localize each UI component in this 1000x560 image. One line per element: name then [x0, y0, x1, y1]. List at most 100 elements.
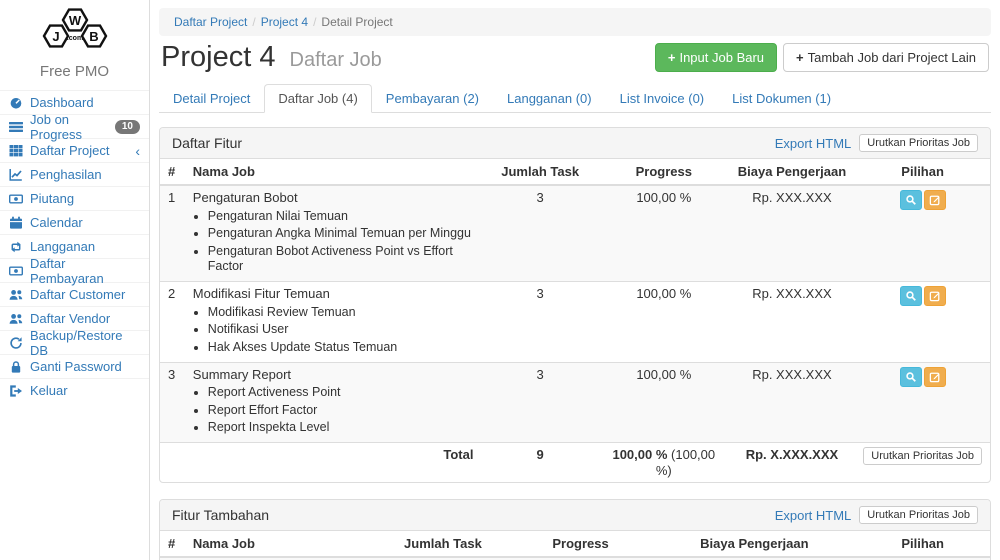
task-count: 3 — [481, 185, 598, 282]
sidebar-item-label: Daftar Project — [30, 143, 109, 158]
plus-icon: + — [668, 50, 676, 65]
task-count: 3 — [481, 282, 598, 362]
task-count: 3 — [481, 362, 598, 442]
panel-fitur-tambahan: Fitur Tambahan Export HTML Urutkan Prior… — [159, 499, 991, 560]
panel-tools: Export HTML Urutkan Prioritas Job — [775, 134, 978, 152]
progress-value: 100,00 % — [599, 362, 729, 442]
view-job-button[interactable] — [900, 286, 922, 306]
sidebar-item-calendar[interactable]: Calendar — [0, 210, 149, 234]
job-name-cell: Pengaturan Bobot Pengaturan Nilai Temuan… — [185, 185, 482, 282]
breadcrumb-current: Detail Project — [321, 15, 392, 29]
tab-langganan[interactable]: Langganan (0) — [493, 84, 606, 113]
sidebar-item-label: Daftar Vendor — [30, 311, 110, 326]
sidebar-item-backup-restore-db[interactable]: Backup/Restore DB — [0, 330, 149, 354]
sidebar-item-piutang[interactable]: Piutang — [0, 186, 149, 210]
jwb-logo: W J B .com — [0, 0, 149, 61]
svg-text:.com: .com — [66, 35, 82, 42]
sidebar-nav: Dashboard Job on Progress 10 Daftar Proj… — [0, 90, 149, 402]
sidebar-item-ganti-password[interactable]: Ganti Password — [0, 354, 149, 378]
col-jumlah-task: Jumlah Task — [378, 531, 507, 557]
urutkan-prioritas-job-button[interactable]: Urutkan Prioritas Job — [859, 506, 978, 524]
breadcrumb: Daftar Project/Project 4/Detail Project — [159, 8, 991, 36]
sub-item: Report Effort Factor — [208, 403, 474, 419]
job-subitems: Report Activeness Point Report Effort Fa… — [208, 385, 474, 436]
table-row: 1 Pengaturan Bobot Pengaturan Nilai Temu… — [160, 185, 990, 282]
total-progress: 100,00 % (100,00 %) — [599, 443, 729, 483]
sub-item: Pengaturan Bobot Activeness Point vs Eff… — [208, 244, 474, 275]
edit-job-button[interactable] — [924, 367, 946, 387]
sidebar-item-label: Job on Progress — [30, 112, 108, 142]
urutkan-prioritas-job-button[interactable]: Urutkan Prioritas Job — [859, 134, 978, 152]
sidebar-item-penghasilan[interactable]: Penghasilan — [0, 162, 149, 186]
tab-daftar-job[interactable]: Daftar Job (4) — [264, 84, 371, 113]
col-num: # — [160, 531, 185, 557]
tab-bar: Detail Project Daftar Job (4) Pembayaran… — [159, 84, 991, 113]
tab-list-dokumen[interactable]: List Dokumen (1) — [718, 84, 845, 113]
job-subitems: Pengaturan Nilai Temuan Pengaturan Angka… — [208, 209, 474, 276]
panel-daftar-fitur: Daftar Fitur Export HTML Urutkan Priorit… — [159, 127, 991, 483]
col-nama-job: Nama Job — [185, 531, 378, 557]
sidebar-item-job-on-progress[interactable]: Job on Progress 10 — [0, 114, 149, 138]
total-cost: Rp. X.XXX.XXX — [729, 443, 856, 483]
sidebar-item-label: Langganan — [30, 239, 95, 254]
header-buttons: +Input Job Baru +Tambah Job dari Project… — [655, 43, 989, 72]
sub-item: Report Inspekta Level — [208, 420, 474, 436]
col-pilihan: Pilihan — [855, 159, 990, 185]
panel-title: Fitur Tambahan — [172, 507, 269, 523]
breadcrumb-project-4[interactable]: Project 4 — [261, 15, 308, 29]
progress-value: 100,00 % — [599, 185, 729, 282]
sidebar-item-label: Backup/Restore DB — [30, 328, 140, 358]
sidebar-item-keluar[interactable]: Keluar — [0, 378, 149, 402]
job-subitems: Modifikasi Review Temuan Notifikasi User… — [208, 305, 474, 356]
panel-heading: Fitur Tambahan Export HTML Urutkan Prior… — [160, 500, 990, 531]
app-window: W J B .com Free PMO Dashboard Job on Pro… — [0, 0, 1000, 560]
urutkan-prioritas-job-button[interactable]: Urutkan Prioritas Job — [863, 447, 982, 465]
money-icon — [9, 264, 23, 278]
sidebar-item-daftar-vendor[interactable]: Daftar Vendor — [0, 306, 149, 330]
job-name-cell: Modifikasi Fitur Temuan Modifikasi Revie… — [185, 282, 482, 362]
input-job-baru-button[interactable]: +Input Job Baru — [655, 43, 777, 72]
tab-detail-project[interactable]: Detail Project — [159, 84, 264, 113]
tab-list-invoice[interactable]: List Invoice (0) — [606, 84, 719, 113]
col-pilihan: Pilihan — [855, 531, 990, 557]
page-header: Project 4 Daftar Job +Input Job Baru +Ta… — [161, 41, 989, 74]
col-biaya: Biaya Pengerjaan — [653, 531, 855, 557]
sidebar-item-daftar-customer[interactable]: Daftar Customer — [0, 282, 149, 306]
table-row: 3 Summary Report Report Activeness Point… — [160, 362, 990, 442]
export-html-link[interactable]: Export HTML — [775, 508, 852, 523]
calendar-icon — [9, 216, 23, 230]
fitur-tambahan-table: # Nama Job Jumlah Task Progress Biaya Pe… — [160, 531, 990, 560]
job-name-cell: Summary Report Report Activeness Point R… — [185, 362, 482, 442]
edit-job-button[interactable] — [924, 286, 946, 306]
breadcrumb-daftar-project[interactable]: Daftar Project — [174, 15, 247, 29]
edit-job-button[interactable] — [924, 190, 946, 210]
chart-icon — [9, 168, 23, 182]
list-icon — [9, 120, 23, 134]
sidebar-item-daftar-project[interactable]: Daftar Project ‹ — [0, 138, 149, 162]
sidebar-item-dashboard[interactable]: Dashboard — [0, 90, 149, 114]
svg-text:J: J — [52, 29, 59, 44]
sidebar-item-langganan[interactable]: Langganan — [0, 234, 149, 258]
money-icon — [9, 192, 23, 206]
chevron-left-icon: ‹ — [135, 144, 140, 158]
row-num: 3 — [160, 362, 185, 442]
table-header-row: # Nama Job Jumlah Task Progress Biaya Pe… — [160, 531, 990, 557]
view-job-button[interactable] — [900, 367, 922, 387]
sub-item: Notifikasi User — [208, 322, 474, 338]
tambah-job-dari-project-lain-button[interactable]: +Tambah Job dari Project Lain — [783, 43, 989, 72]
view-job-button[interactable] — [900, 190, 922, 210]
total-row: Total 9 100,00 % (100,00 %) Rp. X.XXX.XX… — [160, 443, 990, 483]
brand-name: Free PMO — [0, 61, 149, 90]
sidebar-item-label: Daftar Pembayaran — [30, 256, 140, 286]
sidebar-item-daftar-pembayaran[interactable]: Daftar Pembayaran — [0, 258, 149, 282]
breadcrumb-separator: / — [313, 15, 316, 29]
sidebar: W J B .com Free PMO Dashboard Job on Pro… — [0, 0, 150, 560]
daftar-fitur-table: # Nama Job Jumlah Task Progress Biaya Pe… — [160, 159, 990, 482]
users-icon — [9, 288, 23, 302]
export-html-link[interactable]: Export HTML — [775, 136, 852, 151]
sidebar-item-label: Keluar — [30, 383, 68, 398]
tab-pembayaran[interactable]: Pembayaran (2) — [372, 84, 493, 113]
page-subtitle: Daftar Job — [290, 49, 382, 71]
sub-item: Report Activeness Point — [208, 385, 474, 401]
panel-title: Daftar Fitur — [172, 135, 242, 151]
